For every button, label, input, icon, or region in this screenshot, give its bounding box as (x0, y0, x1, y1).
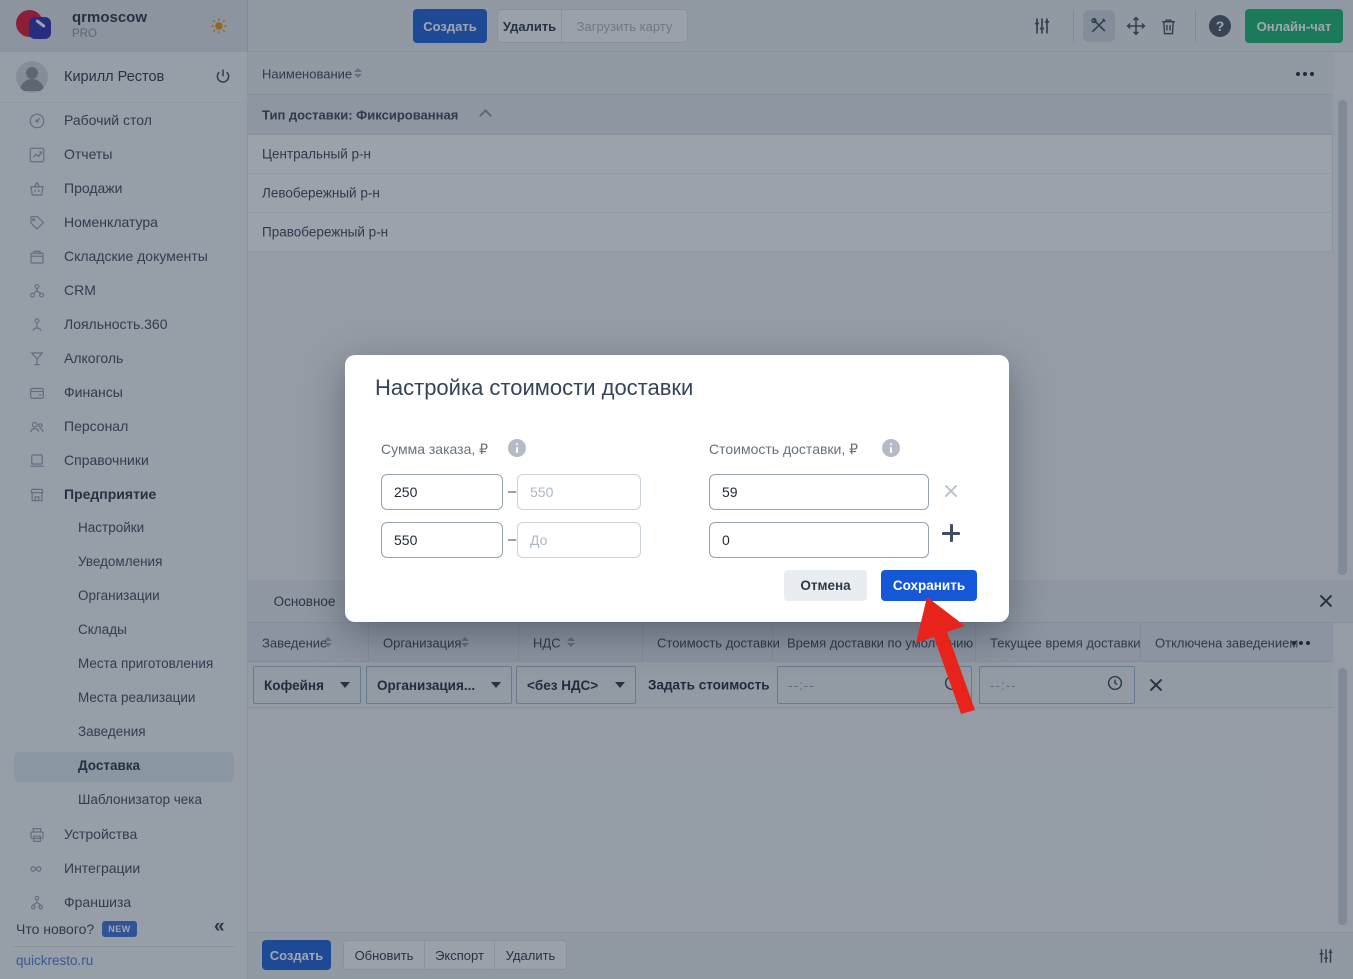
delivery-cost-label: Стоимость доставки, ₽ (709, 441, 858, 458)
remove-range-icon[interactable] (943, 483, 959, 499)
info-icon[interactable] (882, 439, 900, 457)
cost-input-2[interactable] (709, 522, 929, 558)
range-dash: – (508, 531, 516, 548)
info-icon[interactable] (508, 439, 526, 457)
cancel-button[interactable]: Отмена (784, 570, 867, 601)
sum-to-input-2[interactable] (517, 522, 641, 558)
sum-to-input-1[interactable] (517, 474, 641, 510)
order-sum-label: Сумма заказа, ₽ (381, 441, 488, 458)
range-dash: – (508, 483, 516, 500)
cost-input-1[interactable] (709, 474, 929, 510)
delivery-cost-modal: Настройка стоимости доставки Сумма заказ… (345, 355, 1009, 622)
modal-title: Настройка стоимости доставки (375, 375, 693, 401)
save-button[interactable]: Сохранить (881, 570, 977, 601)
sum-from-input-1[interactable] (381, 474, 503, 510)
app-window: qrmoscow PRO Создать Удалить Загрузить к (0, 0, 1353, 979)
add-range-icon[interactable] (942, 524, 960, 542)
sum-from-input-2[interactable] (381, 522, 503, 558)
